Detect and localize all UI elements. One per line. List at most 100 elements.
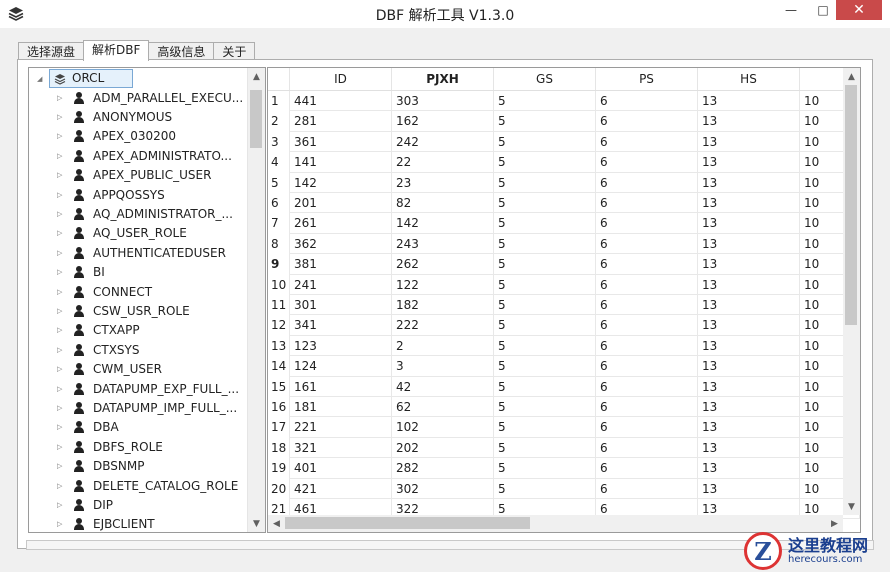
tree-item[interactable]: ▷ AQ_ADMINISTRATOR_... <box>29 204 248 223</box>
table-cell[interactable]: 13 <box>698 233 800 255</box>
table-cell[interactable]: 5 <box>494 437 596 459</box>
tab-select-source[interactable]: 选择源盘 <box>18 42 85 60</box>
table-cell[interactable]: 13 <box>698 315 800 336</box>
tree-root-row[interactable]: ◢ ORCL <box>29 69 248 88</box>
table-cell[interactable]: 302 <box>392 478 494 499</box>
table-row[interactable]: 7 261 142 5 6 13 10 <box>268 213 860 234</box>
table-cell[interactable]: 13 <box>698 152 800 173</box>
table-cell[interactable]: 5 <box>494 254 596 275</box>
table-cell[interactable]: 13 <box>698 193 800 214</box>
table-cell[interactable]: 2 <box>392 335 494 357</box>
tree-item[interactable]: ▷ DATAPUMP_IMP_FULL_... <box>29 398 248 417</box>
tree-item[interactable]: ▷ CTXAPP <box>29 321 248 340</box>
table-cell[interactable]: 5 <box>494 213 596 234</box>
table-cell[interactable]: 6 <box>596 254 698 275</box>
table-cell[interactable]: 6 <box>596 335 698 357</box>
table-cell[interactable]: 13 <box>698 254 800 275</box>
table-cell[interactable]: 5 <box>494 91 596 112</box>
table-cell[interactable]: 201 <box>290 193 392 214</box>
table-cell[interactable]: 3 <box>392 356 494 377</box>
table-cell[interactable]: 122 <box>392 274 494 295</box>
tree-item[interactable]: ▷ CTXSYS <box>29 340 248 359</box>
table-cell[interactable]: 13 <box>698 274 800 295</box>
tree-item[interactable]: ▷ ADM_PARALLEL_EXECU... <box>29 88 248 107</box>
table-cell[interactable]: 441 <box>290 91 392 112</box>
table-cell[interactable]: 361 <box>290 131 392 153</box>
table-cell[interactable]: 62 <box>392 397 494 418</box>
tree-item[interactable]: ▷ BI <box>29 263 248 282</box>
table-cell[interactable]: 141 <box>290 152 392 173</box>
table-cell[interactable]: 13 <box>698 91 800 112</box>
table-cell[interactable]: 362 <box>290 233 392 255</box>
tree-item[interactable]: ▷ APEX_030200 <box>29 127 248 146</box>
table-row[interactable]: 9 381 262 5 6 13 10 <box>268 254 860 275</box>
table-cell[interactable]: 262 <box>392 254 494 275</box>
minimize-button[interactable]: — <box>776 0 806 20</box>
table-cell[interactable]: 6 <box>596 152 698 173</box>
tree-item[interactable]: ▷ CWM_USER <box>29 360 248 379</box>
table-cell[interactable]: 401 <box>290 458 392 479</box>
tree-item[interactable]: ▷ APEX_ADMINISTRATO... <box>29 146 248 165</box>
table-cell[interactable]: 13 <box>698 437 800 459</box>
table-cell[interactable]: 202 <box>392 437 494 459</box>
table-cell[interactable]: 5 <box>494 152 596 173</box>
tree-vertical-scrollbar[interactable]: ▲ ▼ <box>247 68 265 532</box>
expand-triangle-icon[interactable]: ▷ <box>57 113 65 121</box>
table-row[interactable]: 13 123 2 5 6 13 10 <box>268 335 860 357</box>
maximize-button[interactable]: □ <box>808 0 838 20</box>
table-cell[interactable]: 13 <box>698 131 800 153</box>
column-header[interactable]: ID <box>290 68 392 90</box>
schema-tree[interactable]: ◢ ORCL ▷ ADM_PARALLEL_EXECU... ▷ ANONYMOUS ▷… <box>28 67 266 533</box>
table-row[interactable]: 15 161 42 5 6 13 10 <box>268 376 860 397</box>
scroll-left-arrow-icon[interactable]: ◀ <box>268 515 285 532</box>
expand-triangle-icon[interactable]: ▷ <box>57 423 65 431</box>
table-cell[interactable]: 6 <box>596 233 698 255</box>
scroll-up-arrow-icon[interactable]: ▲ <box>248 68 265 85</box>
table-cell[interactable]: 23 <box>392 172 494 193</box>
table-cell[interactable]: 5 <box>494 397 596 418</box>
expand-triangle-icon[interactable]: ▷ <box>57 249 65 257</box>
table-row[interactable]: 4 141 22 5 6 13 10 <box>268 152 860 173</box>
expand-triangle-icon[interactable]: ▷ <box>57 191 65 199</box>
table-cell[interactable]: 6 <box>596 274 698 295</box>
expand-triangle-icon[interactable]: ▷ <box>57 132 65 140</box>
table-cell[interactable]: 13 <box>698 213 800 234</box>
tree-item[interactable]: ▷ APPQOSSYS <box>29 185 248 204</box>
scroll-down-arrow-icon[interactable]: ▼ <box>843 498 860 515</box>
tree-item[interactable]: ▷ AUTHENTICATEDUSER <box>29 243 248 262</box>
tree-item[interactable]: ▷ DIP <box>29 495 248 514</box>
tab-advanced-info[interactable]: 高级信息 <box>148 42 215 60</box>
table-cell[interactable]: 13 <box>698 172 800 193</box>
table-cell[interactable]: 5 <box>494 458 596 479</box>
expand-triangle-icon[interactable]: ▷ <box>57 229 65 237</box>
table-cell[interactable]: 182 <box>392 295 494 316</box>
tree-item[interactable]: ▷ APEX_PUBLIC_USER <box>29 166 248 185</box>
table-cell[interactable]: 42 <box>392 376 494 397</box>
expand-triangle-icon[interactable]: ▷ <box>57 326 65 334</box>
table-cell[interactable]: 5 <box>494 172 596 193</box>
tree-item[interactable]: ▷ DBA <box>29 418 248 437</box>
table-cell[interactable]: 241 <box>290 274 392 295</box>
table-cell[interactable]: 82 <box>392 193 494 214</box>
tree-item[interactable]: ▷ DBFS_ROLE <box>29 437 248 456</box>
table-cell[interactable]: 142 <box>290 172 392 193</box>
table-cell[interactable]: 5 <box>494 111 596 132</box>
expand-triangle-icon[interactable]: ▷ <box>57 443 65 451</box>
table-row[interactable]: 2 281 162 5 6 13 10 <box>268 111 860 132</box>
expand-triangle-icon[interactable]: ▷ <box>57 404 65 412</box>
expand-triangle-icon[interactable]: ▷ <box>57 482 65 490</box>
table-cell[interactable]: 321 <box>290 437 392 459</box>
table-cell[interactable]: 6 <box>596 417 698 438</box>
tree-item[interactable]: ▷ DATAPUMP_EXP_FULL_... <box>29 379 248 398</box>
table-row[interactable]: 14 124 3 5 6 13 10 <box>268 356 860 377</box>
table-cell[interactable]: 5 <box>494 478 596 499</box>
table-cell[interactable]: 161 <box>290 376 392 397</box>
table-row[interactable]: 5 142 23 5 6 13 10 <box>268 172 860 193</box>
expand-triangle-icon[interactable]: ▷ <box>57 501 65 509</box>
table-row[interactable]: 12 341 222 5 6 13 10 <box>268 315 860 336</box>
table-cell[interactable]: 6 <box>596 193 698 214</box>
table-row[interactable]: 11 301 182 5 6 13 10 <box>268 295 860 316</box>
column-header[interactable]: GS <box>494 68 596 90</box>
expand-triangle-icon[interactable]: ▷ <box>57 520 65 528</box>
table-row[interactable]: 6 201 82 5 6 13 10 <box>268 193 860 214</box>
